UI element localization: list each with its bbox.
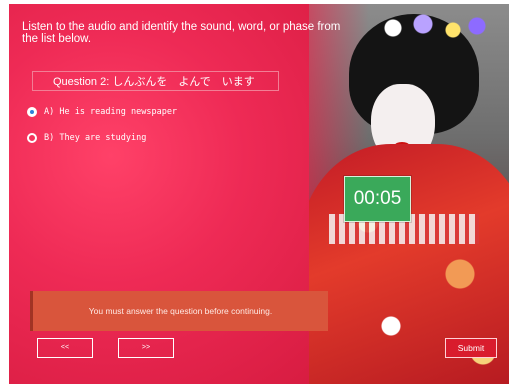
radio-unselected-icon[interactable] bbox=[27, 133, 37, 143]
countdown-timer: 00:05 bbox=[344, 176, 411, 222]
previous-button[interactable]: << bbox=[37, 338, 93, 358]
option-b-label: B) They are studying bbox=[44, 133, 147, 143]
option-a[interactable]: A) He is reading newspaper bbox=[27, 107, 177, 117]
hair-ornament bbox=[369, 8, 489, 48]
validation-alert: You must answer the question before cont… bbox=[30, 291, 328, 331]
option-b[interactable]: B) They are studying bbox=[27, 133, 146, 143]
quiz-frame: Listen to the audio and identify the sou… bbox=[9, 4, 509, 384]
instruction-text: Listen to the audio and identify the sou… bbox=[22, 21, 341, 45]
option-a-label: A) He is reading newspaper bbox=[44, 107, 178, 117]
next-button[interactable]: >> bbox=[118, 338, 174, 358]
radio-selected-icon[interactable] bbox=[27, 107, 37, 117]
question-label: Question 2: しんぶんを よんで います bbox=[32, 71, 279, 91]
submit-button[interactable]: Submit bbox=[445, 338, 497, 358]
